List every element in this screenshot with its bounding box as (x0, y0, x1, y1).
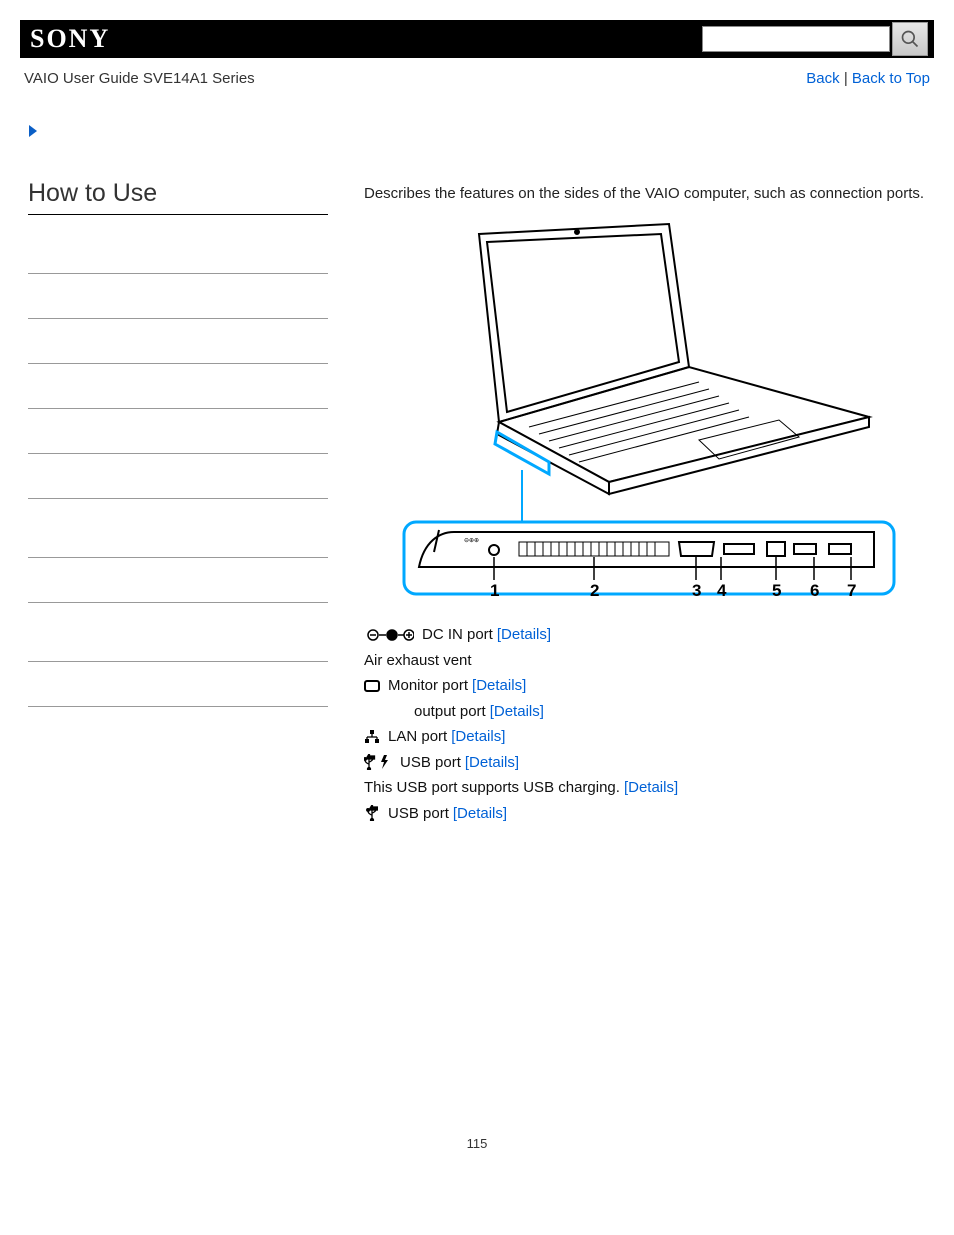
port-air-exhaust: Air exhaust vent (364, 648, 934, 674)
port-label: Monitor port (388, 673, 468, 699)
callout-6: 6 (810, 581, 819, 600)
callout-5: 5 (772, 581, 781, 600)
details-link[interactable]: [Details] (465, 750, 519, 776)
back-to-top-link[interactable]: Back to Top (852, 70, 930, 87)
sidebar-item[interactable] (28, 409, 328, 454)
details-link[interactable]: [Details] (624, 775, 678, 801)
main-content: Describes the features on the sides of t… (336, 179, 934, 826)
usb-charge-icon (364, 754, 396, 770)
port-label: output port (414, 699, 486, 725)
header-bar: SONY (20, 20, 934, 58)
sidebar: How to Use (20, 179, 336, 826)
port-label: This USB port supports USB charging. (364, 775, 620, 801)
sidebar-item[interactable] (28, 274, 328, 319)
top-nav-links: Back | Back to Top (806, 70, 930, 87)
search-button[interactable] (892, 22, 928, 56)
callout-2: 2 (590, 581, 599, 600)
port-label: USB port (400, 750, 461, 776)
port-label: DC IN port (422, 622, 493, 648)
svg-text:⊖⊕⊕: ⊖⊕⊕ (464, 538, 479, 544)
port-label: LAN port (388, 724, 447, 750)
sidebar-item[interactable] (28, 454, 328, 499)
details-link[interactable]: [Details] (472, 673, 526, 699)
lan-icon (364, 730, 384, 744)
sidebar-item[interactable] (28, 499, 328, 558)
search-area (702, 22, 928, 56)
callout-4: 4 (717, 581, 727, 600)
port-label: Air exhaust vent (364, 648, 472, 674)
sidebar-item[interactable] (28, 558, 328, 603)
intro-text: Describes the features on the sides of t… (364, 185, 934, 202)
link-separator: | (840, 70, 852, 87)
callout-3: 3 (692, 581, 701, 600)
sony-logo: SONY (26, 24, 110, 54)
sidebar-item[interactable] (28, 662, 328, 707)
guide-title: VAIO User Guide SVE14A1 Series (24, 70, 255, 87)
port-monitor: Monitor port [Details] (364, 673, 934, 699)
port-usb-charging-note: This USB port supports USB charging. [De… (364, 775, 934, 801)
details-link[interactable]: [Details] (451, 724, 505, 750)
sidebar-item[interactable] (28, 319, 328, 364)
details-link[interactable]: [Details] (490, 699, 544, 725)
details-link[interactable]: [Details] (453, 801, 507, 827)
usb-icon (364, 805, 384, 821)
search-input[interactable] (702, 26, 890, 52)
callout-7: 7 (847, 581, 856, 600)
search-icon (900, 29, 920, 49)
sidebar-item[interactable] (28, 364, 328, 409)
sidebar-item[interactable] (28, 229, 328, 274)
dc-in-icon (364, 628, 418, 642)
port-label: USB port (388, 801, 449, 827)
port-output: output port [Details] (364, 699, 934, 725)
port-usb-charging: USB port [Details] (364, 750, 934, 776)
sidebar-item[interactable] (28, 603, 328, 662)
laptop-diagram: ⊖⊕⊕ (399, 222, 899, 602)
port-list: DC IN port [Details] Air exhaust vent Mo… (364, 622, 934, 826)
chevron-right-icon (26, 123, 934, 139)
sidebar-heading: How to Use (28, 179, 328, 215)
details-link[interactable]: [Details] (497, 622, 551, 648)
port-dc-in: DC IN port [Details] (364, 622, 934, 648)
back-link[interactable]: Back (806, 70, 839, 87)
page-number: 115 (20, 1136, 934, 1151)
port-usb: USB port [Details] (364, 801, 934, 827)
subheader: VAIO User Guide SVE14A1 Series Back | Ba… (20, 58, 934, 87)
port-lan: LAN port [Details] (364, 724, 934, 750)
callout-1: 1 (490, 581, 499, 600)
monitor-icon (364, 680, 384, 692)
